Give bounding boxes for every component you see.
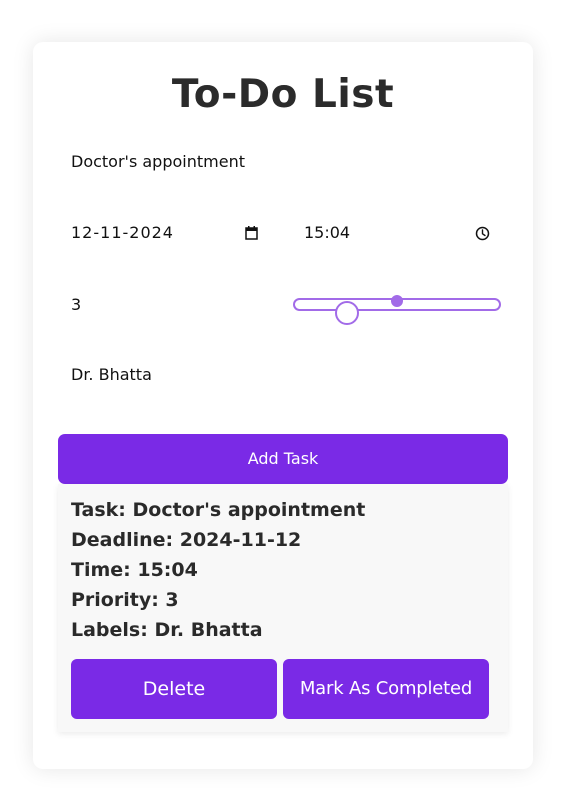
mark-completed-button[interactable]: Mark As Completed (283, 659, 489, 719)
delete-button[interactable]: Delete (71, 659, 277, 719)
slider-dot (391, 295, 403, 307)
slider-thumb[interactable] (335, 301, 359, 325)
task-name-input[interactable]: Doctor's appointment (71, 152, 245, 171)
clock-icon[interactable] (475, 226, 490, 241)
date-value: 12-11-2024 (71, 223, 174, 242)
labels-input[interactable]: Dr. Bhatta (71, 365, 152, 384)
task-deadline-line: Deadline: 2024-11-12 (71, 529, 302, 551)
add-task-button[interactable]: Add Task (58, 434, 508, 484)
task-item: Task: Doctor's appointment Deadline: 202… (58, 484, 508, 732)
task-name-line: Task: Doctor's appointment (71, 499, 366, 521)
task-labels-line: Labels: Dr. Bhatta (71, 619, 263, 641)
time-value: 15:04 (304, 223, 351, 242)
calendar-icon[interactable] (245, 226, 258, 240)
priority-slider[interactable] (293, 295, 501, 325)
task-priority-line: Priority: 3 (71, 589, 179, 611)
priority-value: 3 (71, 295, 82, 314)
page-title: To-Do List (171, 72, 395, 117)
todo-card: To-Do List Doctor's appointment 12-11-20… (33, 42, 533, 769)
task-time-line: Time: 15:04 (71, 559, 198, 581)
date-input[interactable]: 12-11-2024 (71, 223, 263, 243)
time-input[interactable]: 15:04 (304, 223, 496, 243)
